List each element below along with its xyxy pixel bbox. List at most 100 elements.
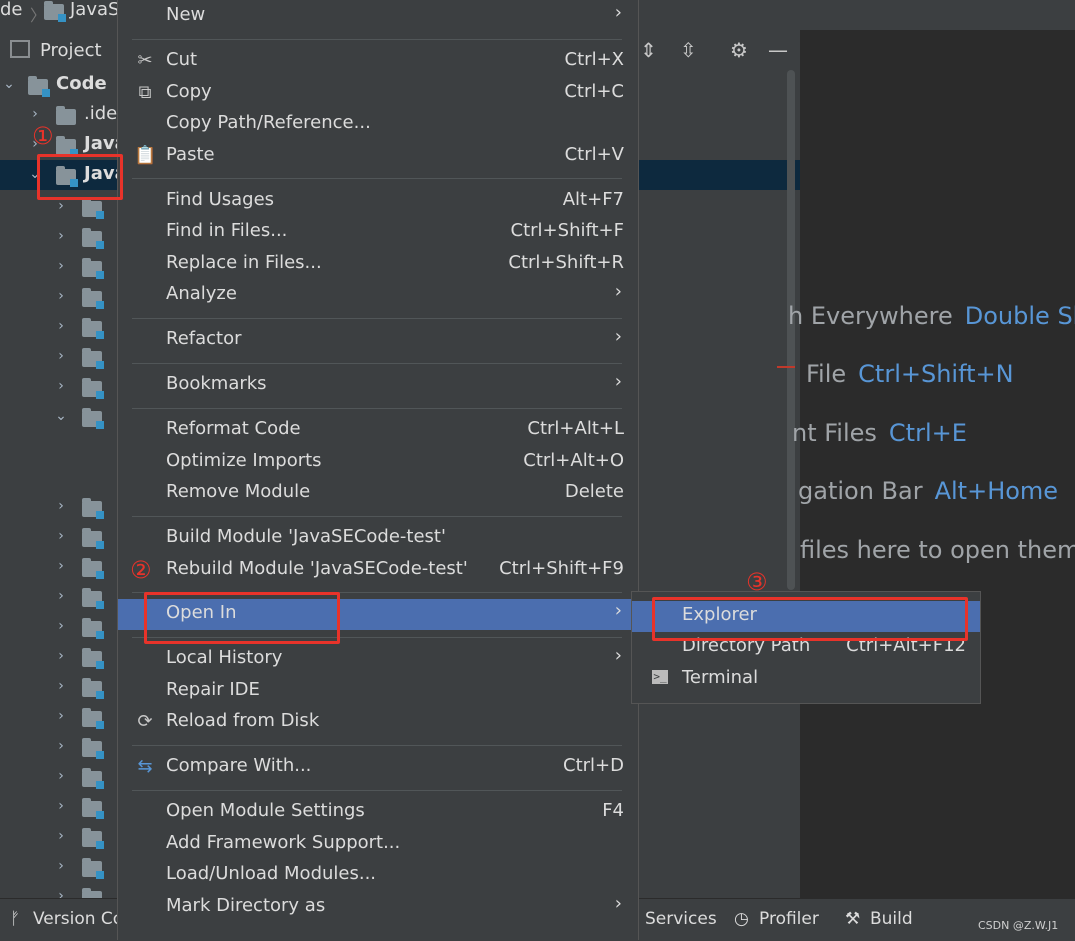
chevron-right-icon[interactable]: › [54,648,68,664]
chevron-right-icon[interactable]: › [54,378,68,394]
menu-item-paste[interactable]: 📋 Paste Ctrl+V [118,141,638,172]
folder-icon [82,378,104,399]
chevron-right-icon[interactable]: › [54,528,68,544]
menu-item-build-module-javasecode-test[interactable]: Build Module 'JavaSECode-test' [118,523,638,554]
menu-item-shortcut: Ctrl+Alt+L [527,418,624,439]
folder-icon [82,528,104,549]
chevron-right-icon[interactable]: › [54,618,68,634]
menu-item-copy[interactable]: ⧉ Copy Ctrl+C [118,78,638,109]
menu-item-bookmarks[interactable]: Bookmarks › [118,370,638,401]
menu-item-add-framework-support[interactable]: Add Framework Support... [118,829,638,860]
menu-separator [132,318,622,319]
chevron-right-icon[interactable]: › [54,228,68,244]
services-tab[interactable]: Services [645,909,717,929]
annotation-step-3: ③ [746,568,768,596]
menu-item-label: Refactor [166,328,242,349]
menu-separator [132,408,622,409]
menu-item-repair-ide[interactable]: Repair IDE [118,676,638,707]
folder-icon [56,106,76,125]
chevron-right-icon[interactable]: › [54,588,68,604]
collapse-all-icon[interactable]: ⇳ [680,38,697,62]
annotation-box-1 [37,154,123,200]
version-control-tab[interactable]: Version Co [33,909,123,929]
submenu-item-terminal[interactable]: >_ Terminal [632,664,980,695]
chevron-right-icon[interactable]: › [54,558,68,574]
menu-item-label: Find in Files... [166,220,288,241]
chevron-right-icon[interactable]: › [54,708,68,724]
menu-item-new[interactable]: New › [118,1,638,32]
terminal-icon: >_ [652,670,668,684]
chevron-right-icon[interactable]: › [54,348,68,364]
menu-separator [132,39,622,40]
menu-item-optimize-imports[interactable]: Optimize Imports Ctrl+Alt+O [118,447,638,478]
folder-icon [82,558,104,579]
menu-item-find-usages[interactable]: Find Usages Alt+F7 [118,186,638,217]
profiler-icon[interactable]: ◷ [734,909,749,929]
project-panel-title[interactable]: Project [40,40,102,61]
menu-item-shortcut: Ctrl+D [563,755,624,776]
menu-item-load-unload-modules[interactable]: Load/Unload Modules... [118,860,638,891]
folder-icon [82,858,104,879]
menu-item-analyze[interactable]: Analyze › [118,280,638,311]
expand-all-icon[interactable]: ⇕ [640,38,657,62]
submenu-item-label: Terminal [682,667,759,688]
project-panel-icon [10,40,30,58]
menu-item-rebuild-module-javasecode-test[interactable]: Rebuild Module 'JavaSECode-test' Ctrl+Shi… [118,555,638,586]
chevron-down-icon[interactable]: ⌄ [54,408,68,424]
folder-icon [82,588,104,609]
chevron-right-icon[interactable]: › [54,768,68,784]
chevron-right-icon[interactable]: › [54,858,68,874]
breadcrumb-code[interactable]: de [0,0,23,20]
menu-item-cut[interactable]: ✂ Cut Ctrl+X [118,46,638,77]
menu-item-remove-module[interactable]: Remove Module Delete [118,478,638,509]
menu-item-refactor[interactable]: Refactor › [118,325,638,356]
chevron-right-icon[interactable]: › [54,198,68,214]
chevron-right-icon: › [614,371,622,392]
menu-item-reformat-code[interactable]: Reformat Code Ctrl+Alt+L [118,415,638,446]
menu-item-shortcut: Ctrl+V [564,144,624,165]
menu-item-shortcut: Ctrl+Shift+F [510,220,624,241]
gear-icon[interactable]: ⚙ [730,38,748,62]
hammer-icon[interactable]: ⚒ [845,909,860,929]
build-tab[interactable]: Build [870,909,913,929]
chevron-right-icon[interactable]: › [54,798,68,814]
breadcrumb-module[interactable]: JavaS [70,0,119,20]
menu-item-open-module-settings[interactable]: Open Module Settings F4 [118,797,638,828]
menu-item-replace-in-files[interactable]: Replace in Files... Ctrl+Shift+R [118,249,638,280]
hint-search-everywhere: h EverywhereDouble Sh [788,302,1075,330]
folder-icon [82,258,104,279]
profiler-tab[interactable]: Profiler [759,909,819,929]
project-scrollbar[interactable] [787,70,795,590]
vcs-icon[interactable]: ᚠ [10,909,20,929]
menu-item-compare-with[interactable]: ⇆ Compare With... Ctrl+D [118,752,638,783]
chevron-right-icon[interactable]: › [54,288,68,304]
menu-item-label: Rebuild Module 'JavaSECode-test' [166,558,468,579]
chevron-right-icon[interactable]: › [54,828,68,844]
chevron-right-icon: › [614,645,622,666]
annotation-step-1: ① [32,122,54,150]
menu-item-label: Reload from Disk [166,710,320,731]
folder-icon [82,648,104,669]
menu-item-label: Analyze [166,283,237,304]
minimize-icon[interactable]: — [768,38,788,62]
menu-item-reload-from-disk[interactable]: ⟳ Reload from Disk [118,707,638,738]
chevron-down-icon[interactable]: ⌄ [2,76,16,92]
menu-separator [132,790,622,791]
menu-item-local-history[interactable]: Local History › [118,644,638,675]
chevron-right-icon[interactable]: › [54,738,68,754]
chevron-right-icon[interactable]: › [54,318,68,334]
folder-icon [82,408,104,429]
annotation-box-2 [144,592,340,644]
menu-separator [132,516,622,517]
menu-item-mark-directory-as[interactable]: Mark Directory as › [118,892,638,923]
chevron-right-icon[interactable]: › [28,106,42,122]
context-menu: New › ✂ Cut Ctrl+X ⧉ Copy Ctrl+C Copy Path/Refer… [117,0,639,940]
chevron-right-icon[interactable]: › [54,258,68,274]
chevron-right-icon[interactable]: › [54,678,68,694]
menu-item-label: Replace in Files... [166,252,322,273]
chevron-right-icon[interactable]: › [54,498,68,514]
chevron-right-icon: › [614,281,622,302]
menu-item-find-in-files[interactable]: Find in Files... Ctrl+Shift+F [118,217,638,248]
menu-item-copy-path-reference[interactable]: Copy Path/Reference... [118,109,638,140]
hint-drop-files: files here to open them [800,536,1075,564]
